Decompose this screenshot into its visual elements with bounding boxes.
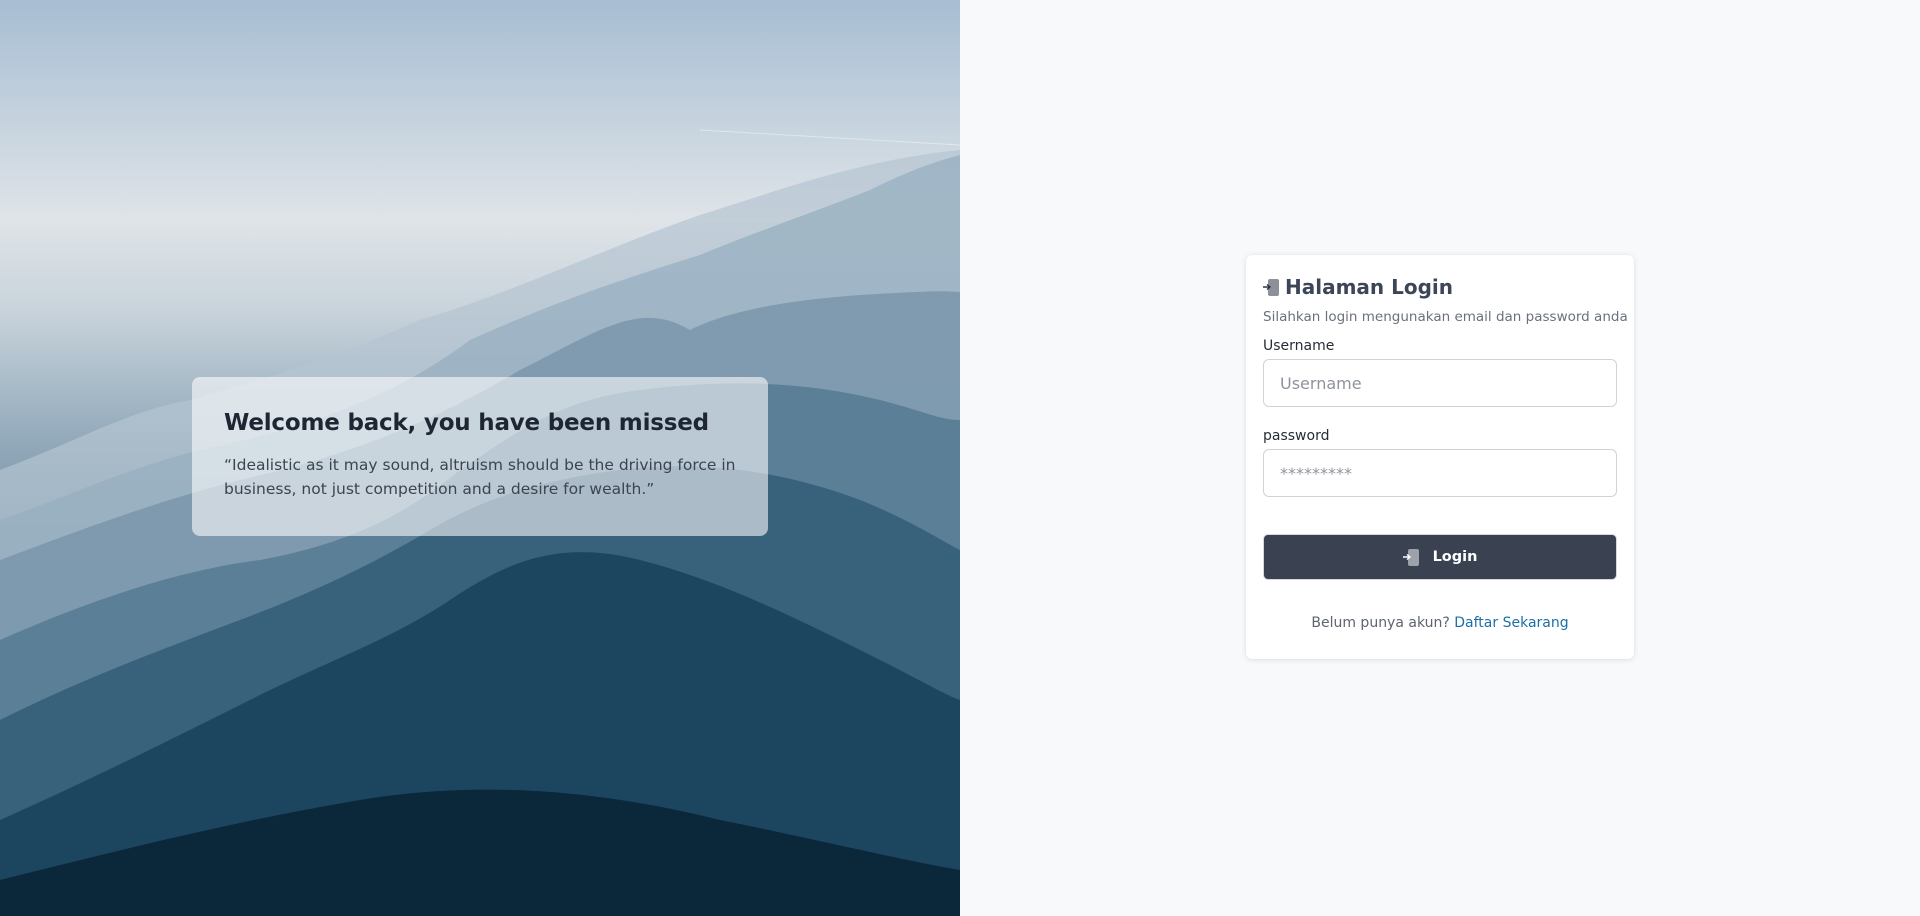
welcome-heading: Welcome back, you have been missed <box>224 410 709 436</box>
register-link[interactable]: Daftar Sekarang <box>1454 615 1568 631</box>
login-button[interactable]: Login <box>1263 534 1617 580</box>
username-label: Username <box>1263 338 1335 354</box>
username-input[interactable] <box>1263 359 1617 407</box>
hero-background-image: Welcome back, you have been missed “Idea… <box>0 0 960 916</box>
password-input[interactable] <box>1263 449 1617 497</box>
welcome-quote: “Idealistic as it may sound, altruism sh… <box>224 456 736 498</box>
login-subtitle: Silahkan login mengunakan email dan pass… <box>1263 309 1628 325</box>
login-icon <box>1402 548 1419 566</box>
register-prompt-text: Belum punya akun? <box>1311 615 1450 631</box>
login-title: Halaman Login <box>1285 275 1454 299</box>
welcome-quote-card: Welcome back, you have been missed “Idea… <box>192 377 768 536</box>
login-icon <box>1263 278 1279 296</box>
login-card-header: Halaman Login <box>1263 272 1617 302</box>
password-label: password <box>1263 428 1330 444</box>
register-prompt: Belum punya akun? Daftar Sekarang <box>1263 613 1617 633</box>
login-card: Halaman Login Silahkan login mengunakan … <box>1246 255 1634 659</box>
login-button-label: Login <box>1432 549 1478 565</box>
